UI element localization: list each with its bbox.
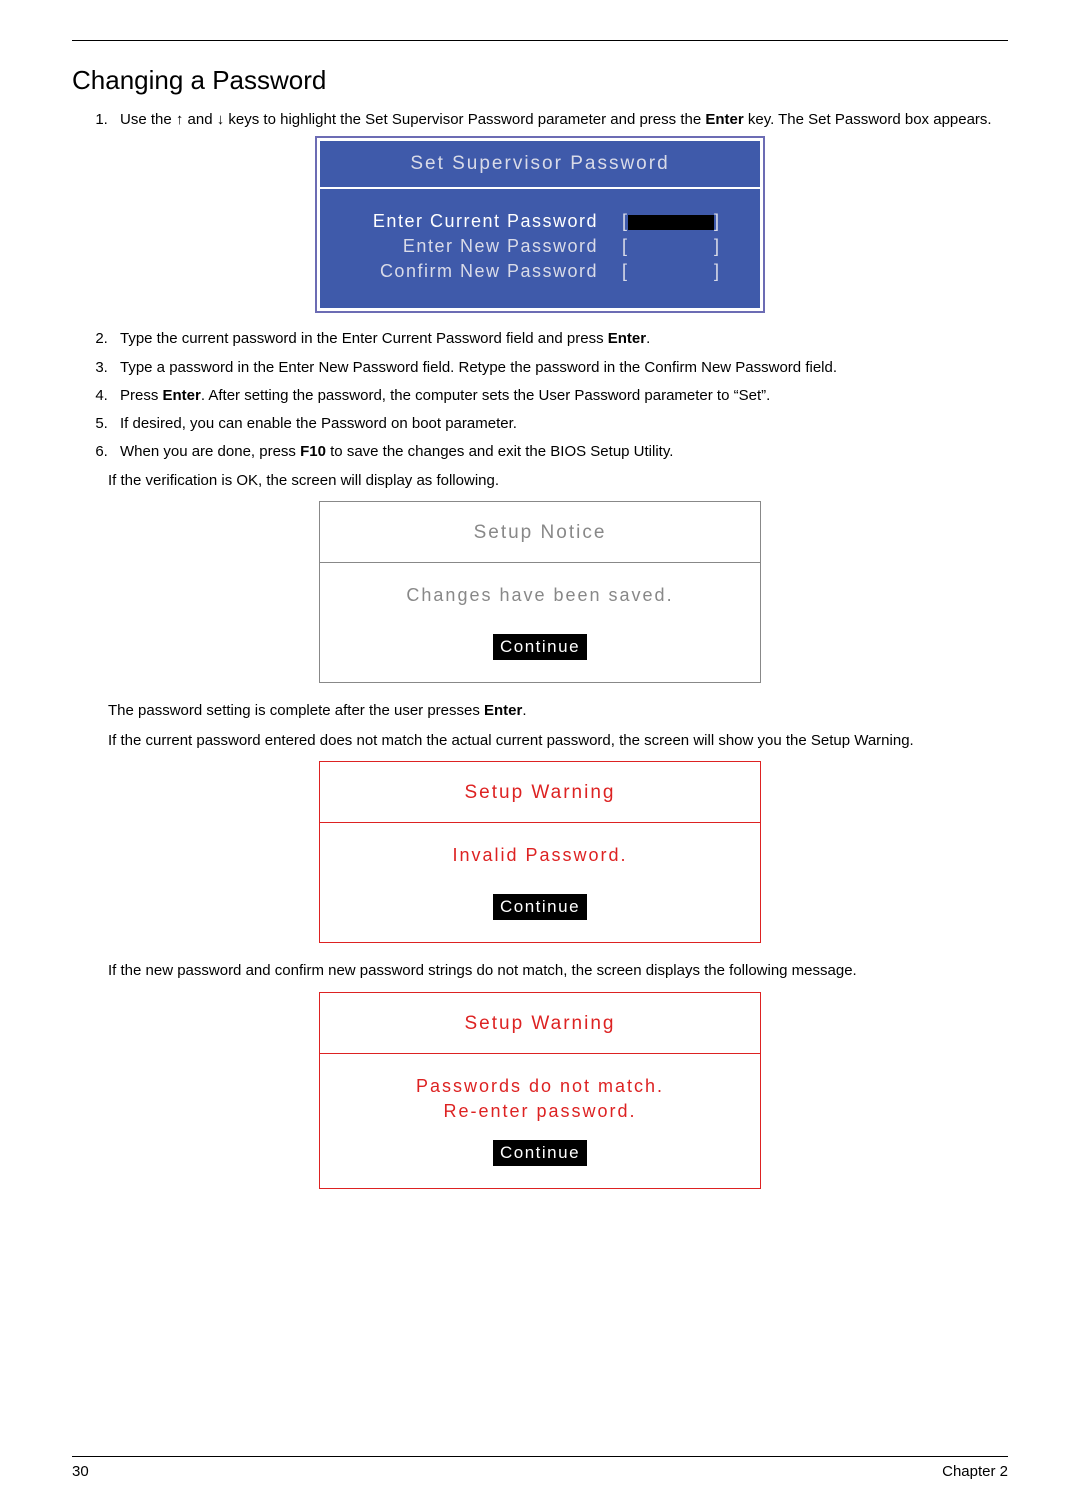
bios-dialog-title: Set Supervisor Password bbox=[320, 141, 760, 189]
warning-title: Setup Warning bbox=[320, 762, 760, 823]
invalid-password-intro: If the current password entered does not… bbox=[108, 731, 1008, 751]
notice-button-row: Continue bbox=[320, 610, 760, 682]
chapter-label: Chapter 2 bbox=[942, 1463, 1008, 1480]
warning-body: Passwords do not match. Re-enter passwor… bbox=[320, 1054, 760, 1188]
enter-key: Enter bbox=[484, 702, 522, 719]
header-rule bbox=[72, 40, 1008, 41]
setup-warning-mismatch-dialog: Setup Warning Passwords do not match. Re… bbox=[319, 992, 761, 1189]
setup-notice-dialog: Setup Notice Changes have been saved. Co… bbox=[319, 501, 761, 683]
notice-body: Changes have been saved. Continue bbox=[320, 563, 760, 682]
enter-key: Enter bbox=[163, 387, 201, 404]
warning-button-row: Continue bbox=[320, 870, 760, 942]
bios-field-confirm: [] bbox=[622, 261, 720, 282]
password-mask bbox=[628, 215, 714, 230]
instruction-list-continued: Type the current password in the Enter C… bbox=[112, 329, 1008, 462]
bios-field-current: [] bbox=[622, 211, 720, 232]
instruction-list: Use the ↑ and ↓ keys to highlight the Se… bbox=[112, 110, 1008, 130]
bios-dialog-body: Enter Current Password [] Enter New Pass… bbox=[320, 189, 760, 308]
warning-message-2: Re-enter password. bbox=[320, 1101, 760, 1122]
f10-key: F10 bbox=[300, 443, 326, 460]
page-number: 30 bbox=[72, 1463, 89, 1480]
continue-button[interactable]: Continue bbox=[493, 894, 587, 920]
verification-text: If the verification is OK, the screen wi… bbox=[108, 471, 1008, 491]
section-heading: Changing a Password bbox=[72, 65, 1008, 96]
mismatch-intro: If the new password and confirm new pass… bbox=[108, 961, 1008, 981]
bios-label-new: Enter New Password bbox=[338, 236, 622, 257]
warning-body: Invalid Password. Continue bbox=[320, 823, 760, 942]
warning-message: Invalid Password. bbox=[320, 845, 760, 866]
page-footer: 30 Chapter 2 bbox=[72, 1456, 1008, 1480]
continue-button[interactable]: Continue bbox=[493, 1140, 587, 1166]
bios-label-current: Enter Current Password bbox=[338, 211, 622, 232]
bios-password-dialog: Set Supervisor Password Enter Current Pa… bbox=[317, 138, 763, 311]
warning-button-row: Continue bbox=[320, 1126, 760, 1188]
bios-field-new: [] bbox=[622, 236, 720, 257]
setup-warning-invalid-dialog: Setup Warning Invalid Password. Continue bbox=[319, 761, 761, 943]
continue-button[interactable]: Continue bbox=[493, 634, 587, 660]
step-6: When you are done, press F10 to save the… bbox=[112, 442, 1008, 462]
bios-row-current: Enter Current Password [] bbox=[338, 211, 742, 232]
bios-row-new: Enter New Password [] bbox=[338, 236, 742, 257]
step-4: Press Enter. After setting the password,… bbox=[112, 386, 1008, 406]
document-page: Changing a Password Use the ↑ and ↓ keys… bbox=[0, 0, 1080, 1512]
after-enter-text: The password setting is complete after t… bbox=[108, 701, 1008, 721]
enter-key: Enter bbox=[705, 111, 743, 128]
step-1: Use the ↑ and ↓ keys to highlight the Se… bbox=[112, 110, 1008, 130]
notice-message: Changes have been saved. bbox=[320, 585, 760, 606]
step-5: If desired, you can enable the Password … bbox=[112, 414, 1008, 434]
enter-key: Enter bbox=[608, 330, 646, 347]
step-3: Type a password in the Enter New Passwor… bbox=[112, 358, 1008, 378]
bios-row-confirm: Confirm New Password [] bbox=[338, 261, 742, 282]
warning-message-1: Passwords do not match. bbox=[320, 1076, 760, 1097]
step-2: Type the current password in the Enter C… bbox=[112, 329, 1008, 349]
bios-label-confirm: Confirm New Password bbox=[338, 261, 622, 282]
notice-title: Setup Notice bbox=[320, 502, 760, 563]
warning-title: Setup Warning bbox=[320, 993, 760, 1054]
